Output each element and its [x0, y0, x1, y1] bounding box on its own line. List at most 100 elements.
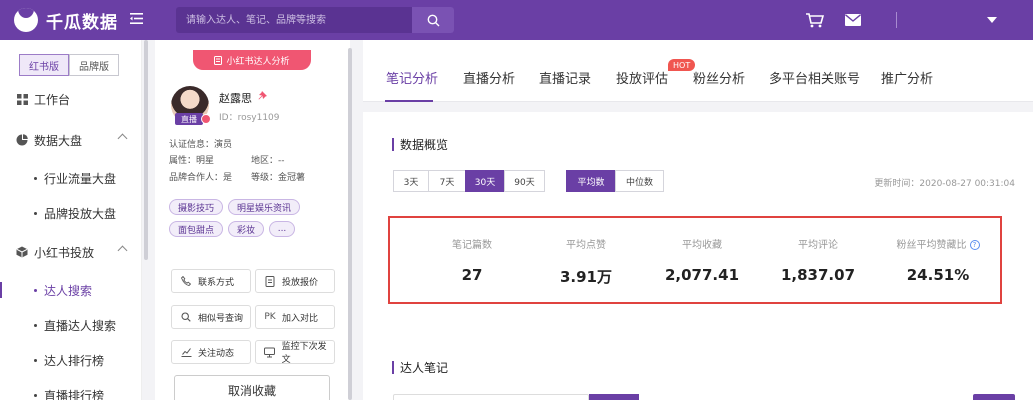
search-input[interactable]	[176, 7, 412, 33]
metric-fan-engagement-ratio: 粉丝平均赞藏比? 24.51%	[876, 218, 1000, 306]
cart-icon[interactable]	[804, 11, 826, 29]
monitor-next-post-button[interactable]: 监控下次发文	[255, 340, 335, 365]
profile-banner: 小红书达人分析	[193, 50, 311, 70]
similar-account-button[interactable]: 相似号查询	[171, 305, 251, 329]
add-compare-button[interactable]: PK 加入对比	[255, 305, 335, 329]
sidebar-scrollbar[interactable]	[144, 40, 148, 260]
top-bar: 千瓜数据	[0, 0, 1033, 40]
quote-button[interactable]: 投放报价	[255, 269, 335, 293]
version-brand-button[interactable]: 品牌版	[69, 54, 119, 76]
tag[interactable]: 摄影技巧	[169, 199, 223, 215]
mode-median-button[interactable]: 中位数	[615, 170, 664, 192]
logo-icon	[14, 8, 38, 32]
tab-bar: 笔记分析 直播分析 直播记录 投放评估 粉丝分析 多平台相关账号 推广分析 HO…	[363, 40, 1033, 102]
tab-fans-analysis[interactable]: 粉丝分析	[693, 68, 745, 87]
sidebar-item-industry-traffic[interactable]: 行业流量大盘	[0, 168, 142, 188]
book-icon	[214, 55, 223, 65]
search-icon	[180, 311, 192, 323]
pie-chart-icon	[16, 134, 28, 146]
top-right-tools	[804, 0, 1033, 40]
hot-badge: HOT	[668, 59, 696, 71]
brand-partner-info: 品牌合作人：是	[169, 173, 233, 183]
notes-action-button[interactable]	[973, 394, 1015, 400]
update-time: 更新时间：2020-08-27 00:31:04	[874, 179, 1015, 189]
metric-label: 平均收藏	[682, 240, 722, 251]
section-title-overview: 数据概览	[392, 136, 448, 153]
cube-icon	[16, 246, 28, 258]
mode-average-button[interactable]: 平均数	[566, 170, 616, 192]
sidebar-item-xhs-placement[interactable]: 小红书投放	[0, 242, 142, 262]
period-90d-button[interactable]: 90天	[504, 170, 545, 192]
help-icon[interactable]: ?	[969, 240, 980, 250]
metric-avg-likes: 平均点赞 3.91万	[528, 218, 644, 306]
more-tags-button[interactable]: ...	[269, 221, 295, 237]
sidebar-item-influencer-ranking[interactable]: 达人排行榜	[0, 350, 142, 370]
cancel-favorite-button[interactable]: 取消收藏	[174, 375, 330, 400]
tag[interactable]: 面包甜点	[169, 221, 223, 237]
chevron-up-icon	[117, 245, 128, 256]
period-3d-button[interactable]: 3天	[393, 170, 429, 192]
divider	[896, 12, 897, 28]
stat-mode-selector: 平均数 中位数	[566, 170, 664, 192]
chart-icon	[180, 346, 192, 358]
profile-scrollbar[interactable]	[348, 48, 352, 400]
metric-value: 2,077.41	[664, 266, 740, 284]
menu-toggle-icon[interactable]	[130, 12, 144, 28]
search-icon	[427, 14, 439, 26]
notes-search-button[interactable]	[589, 394, 639, 400]
influencer-id: ID：rosy1109	[219, 113, 280, 123]
sidebar-item-influencer-search[interactable]: 达人搜索	[0, 280, 142, 300]
logo-text: 千瓜数据	[46, 12, 118, 33]
period-selector: 3天 7天 30天 90天	[393, 170, 545, 192]
contact-button[interactable]: 联系方式	[171, 269, 251, 293]
mail-icon[interactable]	[842, 11, 864, 29]
tab-placement-evaluation[interactable]: 投放评估	[616, 68, 668, 87]
version-red-button[interactable]: 红书版	[19, 54, 69, 76]
sidebar-item-label: 小红书投放	[34, 245, 95, 260]
tab-multi-platform-accounts[interactable]: 多平台相关账号	[769, 68, 860, 87]
live-badge: 直播	[175, 113, 203, 125]
tab-notes-analysis[interactable]: 笔记分析	[386, 68, 438, 87]
phone-icon	[180, 275, 192, 287]
section-divider	[363, 102, 1033, 112]
sidebar: 红书版 品牌版 工作台 数据大盘 行业流量大盘 品牌投放大盘 小红书投放 达人搜…	[0, 40, 142, 400]
influencer-name: 赵露思	[219, 92, 252, 105]
period-30d-button[interactable]: 30天	[465, 170, 505, 192]
metrics-panel: 笔记篇数 27 平均点赞 3.91万 平均收藏 2,077.41 平均评论 1,…	[388, 216, 1002, 304]
main-content: 笔记分析 直播分析 直播记录 投放评估 粉丝分析 多平台相关账号 推广分析 HO…	[363, 40, 1033, 400]
tag[interactable]: 彩妆	[228, 221, 264, 237]
cert-info: 认证信息：演员	[169, 140, 233, 150]
level-info: 等级：金冠薯	[251, 173, 306, 183]
monitor-icon	[264, 346, 276, 358]
global-search	[176, 7, 454, 33]
attribute-info: 属性：明星	[169, 156, 215, 166]
chevron-down-icon[interactable]	[987, 17, 997, 23]
tag[interactable]: 明星娱乐资讯	[228, 199, 300, 215]
document-icon	[264, 275, 276, 287]
verified-icon	[201, 114, 211, 124]
sidebar-item-label: 工作台	[34, 92, 71, 107]
influencer-profile-card: 小红书达人分析 直播 赵露思 ID：rosy1109 认证信息：演员 属性：明星…	[155, 40, 350, 400]
tab-promotion-analysis[interactable]: 推广分析	[881, 68, 933, 87]
tab-live-analysis[interactable]: 直播分析	[463, 68, 515, 87]
sidebar-item-live-ranking[interactable]: 直播排行榜	[0, 385, 142, 400]
metric-avg-favorites: 平均收藏 2,077.41	[644, 218, 760, 306]
sidebar-item-brand-dashboard[interactable]: 品牌投放大盘	[0, 203, 142, 223]
tab-live-records[interactable]: 直播记录	[539, 68, 591, 87]
metric-label: 平均点赞	[566, 240, 606, 251]
search-button[interactable]	[412, 7, 454, 33]
metric-value: 3.91万	[559, 268, 612, 286]
metric-label: 平均评论	[798, 240, 838, 251]
pin-icon[interactable]	[258, 90, 268, 100]
follow-updates-button[interactable]: 关注动态	[171, 340, 251, 364]
period-7d-button[interactable]: 7天	[428, 170, 466, 192]
sidebar-item-label: 数据大盘	[34, 133, 83, 148]
metric-value: 24.51%	[906, 266, 970, 284]
logo[interactable]: 千瓜数据	[14, 8, 142, 33]
sidebar-item-data-dashboard[interactable]: 数据大盘	[0, 130, 142, 150]
notes-search-input[interactable]	[393, 394, 589, 400]
sidebar-item-workbench[interactable]: 工作台	[0, 89, 142, 109]
section-title-notes: 达人笔记	[392, 359, 448, 376]
pk-icon: PK	[264, 312, 276, 322]
sidebar-item-live-influencer-search[interactable]: 直播达人搜索	[0, 315, 142, 335]
